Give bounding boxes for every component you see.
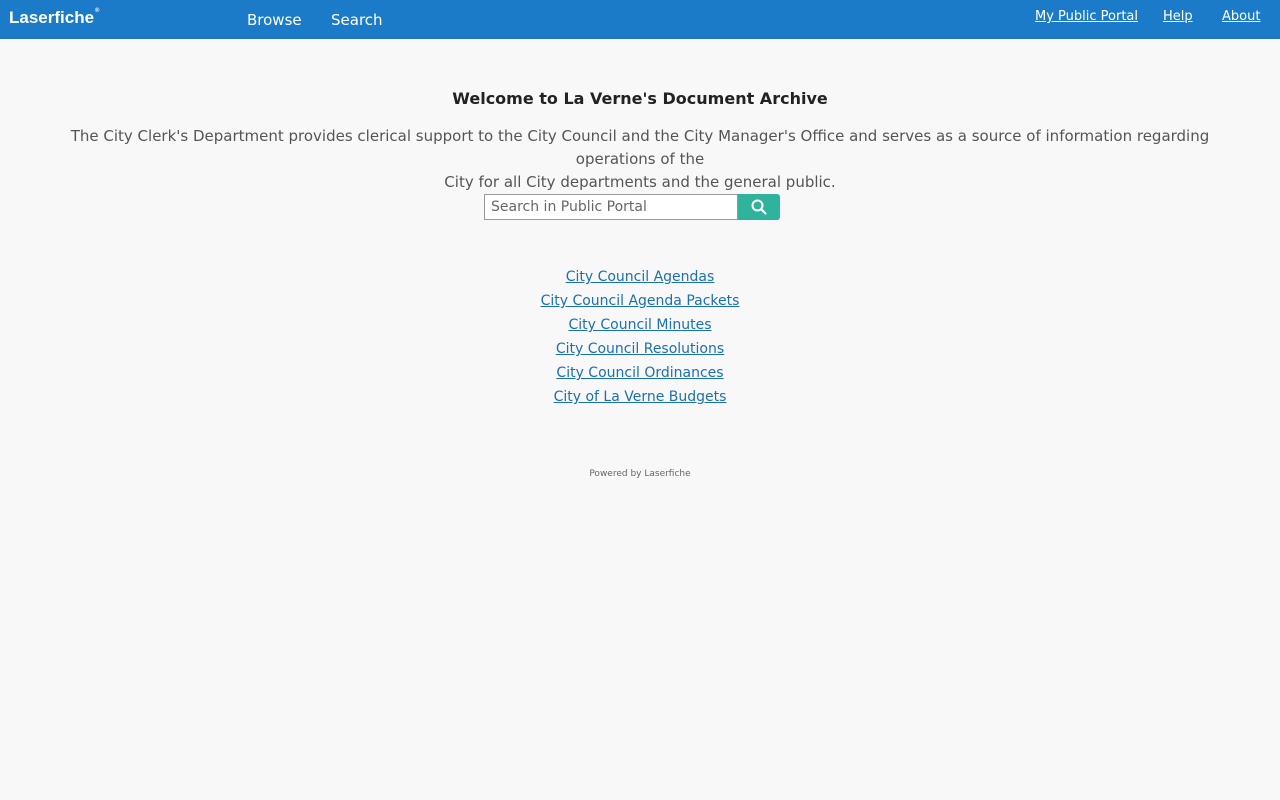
help-link[interactable]: Help (1163, 9, 1193, 24)
search-form (484, 194, 780, 220)
search-button[interactable] (738, 194, 780, 220)
powered-by-footer: Powered by Laserfiche (589, 469, 691, 479)
link-city-budgets[interactable]: City of La Verne Budgets (554, 385, 727, 409)
quick-links-list: City Council Agendas City Council Agenda… (0, 265, 1280, 409)
logo-text: Laserfiche (9, 8, 95, 27)
link-city-council-agendas[interactable]: City Council Agendas (566, 265, 715, 289)
page-title: Welcome to La Verne's Document Archive (452, 89, 828, 108)
description-line-2: City for all City departments and the ge… (444, 173, 836, 191)
link-city-council-resolutions[interactable]: City Council Resolutions (556, 337, 724, 361)
nav-search-link[interactable]: Search (331, 11, 383, 29)
about-link[interactable]: About (1222, 9, 1260, 24)
nav-browse-link[interactable]: Browse (247, 11, 302, 29)
description-line-1: The City Clerk's Department provides cle… (70, 127, 1210, 168)
page-description: The City Clerk's Department provides cle… (55, 125, 1225, 194)
search-icon (751, 199, 767, 215)
link-city-council-ordinances[interactable]: City Council Ordinances (556, 361, 723, 385)
search-input[interactable] (484, 194, 738, 220)
my-public-portal-link[interactable]: My Public Portal (1035, 9, 1138, 24)
laserfiche-logo[interactable]: Laserfiche® (9, 8, 99, 28)
link-city-council-agenda-packets[interactable]: City Council Agenda Packets (541, 289, 740, 313)
link-city-council-minutes[interactable]: City Council Minutes (568, 313, 711, 337)
logo-registered-mark: ® (95, 8, 100, 14)
top-navigation-bar: Laserfiche® Browse Search My Public Port… (0, 0, 1280, 39)
